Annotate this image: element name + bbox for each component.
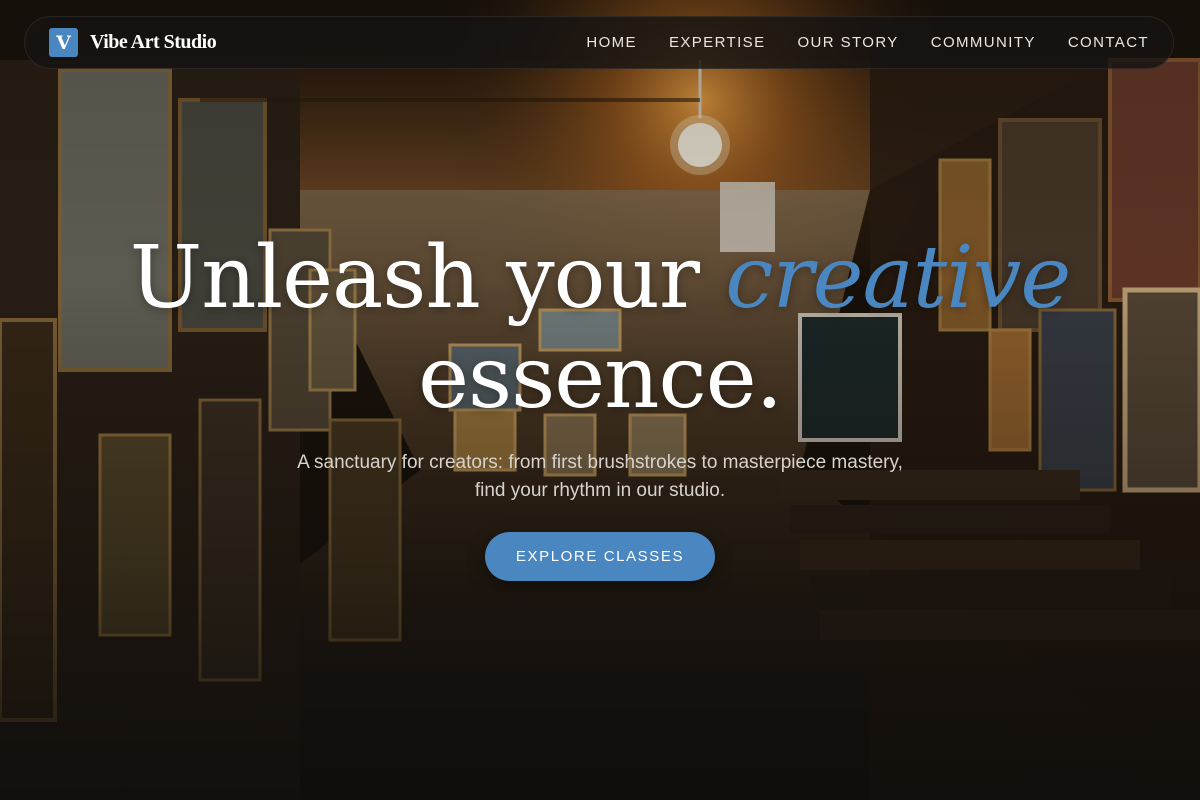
headline-accent-word: creative	[725, 228, 1071, 328]
logo-icon[interactable]: V	[49, 28, 78, 57]
top-navigation: V Vibe Art Studio HOME EXPERTISE OUR STO…	[24, 16, 1174, 69]
headline-part2: essence.	[418, 328, 783, 428]
nav-link-community[interactable]: COMMUNITY	[931, 34, 1036, 51]
nav-link-expertise[interactable]: EXPERTISE	[669, 34, 766, 51]
hero-subtitle: A sanctuary for creators: from first bru…	[297, 452, 903, 501]
nav-menu: HOME EXPERTISE OUR STORY COMMUNITY CONTA…	[586, 34, 1149, 51]
nav-link-home[interactable]: HOME	[586, 34, 637, 51]
headline-part1: Unleash your	[129, 228, 726, 328]
brand[interactable]: V Vibe Art Studio	[49, 28, 217, 57]
hero-headline: Unleash your creative essence.	[0, 228, 1200, 428]
nav-link-contact[interactable]: CONTACT	[1068, 34, 1149, 51]
hero-section: V Vibe Art Studio HOME EXPERTISE OUR STO…	[0, 0, 1200, 800]
brand-name[interactable]: Vibe Art Studio	[90, 31, 217, 54]
explore-classes-button[interactable]: EXPLORE CLASSES	[485, 532, 715, 581]
nav-link-our-story[interactable]: OUR STORY	[797, 34, 898, 51]
